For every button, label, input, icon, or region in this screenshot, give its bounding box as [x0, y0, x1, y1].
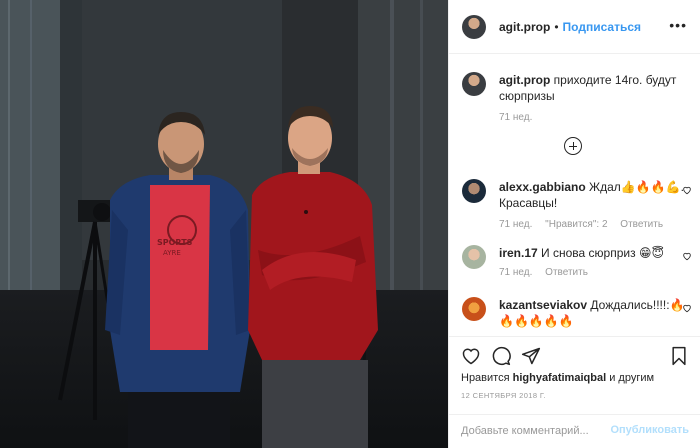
caption-username[interactable]: agit.prop — [499, 73, 550, 87]
comment-heart-icon[interactable] — [682, 303, 692, 313]
comment-meta: 71 нед. Ответить — [499, 267, 688, 278]
comment-likes-count[interactable]: "Нравится": 2 — [545, 219, 607, 230]
author-avatar[interactable] — [462, 14, 486, 39]
post-date: 12 СЕНТЯБРЯ 2018 Г. — [461, 391, 546, 400]
caption-body: agit.prop приходите 14го. будут сюрпризы — [499, 72, 688, 104]
comments-list[interactable]: agit.prop приходите 14го. будут сюрпризы… — [449, 55, 700, 335]
heart-icon[interactable] — [461, 346, 481, 366]
comment-username[interactable]: alexx.gabbiano — [499, 180, 586, 194]
comment-text: И снова сюрприз 😁😇 — [541, 246, 664, 260]
share-icon[interactable] — [521, 346, 541, 366]
author-username[interactable]: agit.prop — [499, 20, 550, 34]
post-sidebar: agit.prop • Подписаться ••• agit.prop пр… — [448, 0, 700, 448]
post-photo[interactable]: SPORTS AYRE — [0, 0, 448, 448]
comment-item: kazantseviakov Дождались!!!!:🔥🔥🔥🔥🔥🔥 — [462, 297, 691, 329]
follow-button[interactable]: Подписаться — [563, 20, 641, 34]
comment-heart-icon[interactable] — [682, 251, 692, 261]
comment-avatar[interactable] — [462, 179, 486, 203]
comment-body: alexx.gabbiano Ждал👍🔥🔥💪. Красавцы! — [499, 179, 688, 211]
add-comment-bar: Опубликовать — [449, 414, 700, 447]
post-actions: Нравится highyafatimaiqbal и другим 12 С… — [449, 336, 700, 446]
more-dots-icon[interactable]: ••• — [669, 18, 687, 32]
comment-username[interactable]: iren.17 — [499, 246, 538, 260]
caption: agit.prop приходите 14го. будут сюрпризы… — [462, 72, 688, 123]
comment-avatar[interactable] — [462, 297, 486, 321]
plus-circle-icon[interactable] — [564, 137, 582, 155]
action-icons — [461, 346, 689, 368]
likes-prefix: Нравится — [461, 372, 510, 384]
likes-summary: Нравится highyafatimaiqbal и другим — [461, 372, 654, 384]
comment-input[interactable] — [461, 423, 621, 439]
comment-time: 71 нед. — [499, 219, 533, 230]
comment-icon[interactable] — [491, 346, 511, 366]
comment-time: 71 нед. — [499, 267, 533, 278]
comment-body: kazantseviakov Дождались!!!!:🔥🔥🔥🔥🔥🔥 — [499, 297, 688, 329]
reply-button[interactable]: Ответить — [545, 267, 588, 278]
caption-avatar[interactable] — [462, 72, 486, 96]
comment-avatar[interactable] — [462, 245, 486, 269]
comment-username[interactable]: kazantseviakov — [499, 298, 587, 312]
caption-time: 71 нед. — [499, 112, 533, 123]
comment-meta: 71 нед. "Нравится": 2 Ответить — [499, 219, 688, 230]
svg-text:AYRE: AYRE — [163, 249, 181, 257]
reply-button[interactable]: Ответить — [620, 219, 663, 230]
likes-others[interactable]: и другим — [609, 372, 654, 384]
comment-item: alexx.gabbiano Ждал👍🔥🔥💪. Красавцы! 71 не… — [462, 179, 691, 230]
comment-heart-icon[interactable] — [682, 185, 692, 195]
photo-illustration: SPORTS AYRE — [0, 0, 448, 448]
bookmark-icon[interactable] — [669, 346, 689, 366]
post-header: agit.prop • Подписаться ••• — [449, 0, 700, 54]
instagram-post: SPORTS AYRE agit.prop • Подписаться ••• … — [0, 0, 700, 448]
comment-item: iren.17 И снова сюрприз 😁😇 71 нед. Ответ… — [462, 245, 691, 278]
header-separator: • — [554, 19, 559, 34]
likes-user[interactable]: highyafatimaiqbal — [513, 372, 607, 384]
publish-button[interactable]: Опубликовать — [610, 424, 689, 436]
comment-body: iren.17 И снова сюрприз 😁😇 — [499, 245, 688, 261]
caption-meta: 71 нед. — [499, 112, 688, 123]
